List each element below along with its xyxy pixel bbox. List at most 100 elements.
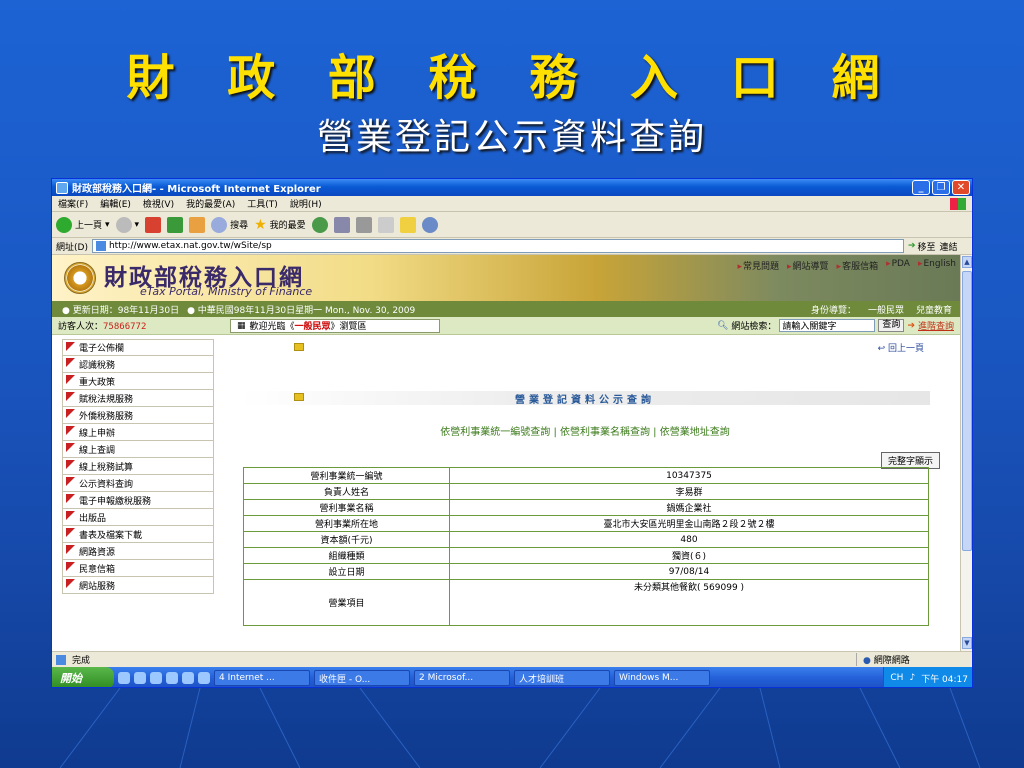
- section-marker-icon: [294, 343, 304, 351]
- nav-item[interactable]: 出版品: [62, 509, 214, 526]
- quick-launch-icon[interactable]: [118, 672, 130, 684]
- taskbar-item[interactable]: 人才培訓班: [514, 670, 610, 686]
- query-by-name-link[interactable]: 依營利事業名稱查詢: [560, 427, 650, 438]
- decorative-lines: [59, 688, 981, 768]
- title-bar[interactable]: 財政部稅務入口網- - Microsoft Internet Explorer …: [52, 179, 972, 196]
- menu-file[interactable]: 檔案(F): [58, 197, 88, 210]
- vertical-scrollbar[interactable]: ▲ ▼: [960, 255, 972, 651]
- table-row: 營業項目 未分類其他餐飲( 569099 ): [243, 579, 929, 626]
- media-icon[interactable]: [311, 216, 328, 233]
- nav-item[interactable]: 外僑稅務服務: [62, 407, 214, 424]
- menu-edit[interactable]: 編輯(E): [100, 197, 131, 210]
- address-bar: 網址(D) http://www.etax.nat.gov.tw/wSite/s…: [52, 238, 972, 255]
- advanced-search-link[interactable]: 進階查詢: [918, 319, 954, 332]
- row-label: 營利事業統一編號: [243, 467, 450, 484]
- taskbar-item[interactable]: 4 Internet ...: [214, 670, 310, 686]
- star-icon: ★: [254, 216, 267, 233]
- slide-subtitle: 營業登記公示資料查詢: [316, 117, 707, 158]
- scroll-down-icon[interactable]: ▼: [962, 637, 972, 649]
- links-label[interactable]: 連結: [940, 240, 958, 253]
- quick-launch-icon[interactable]: [182, 672, 194, 684]
- quick-launch-icon[interactable]: [166, 672, 178, 684]
- print-icon[interactable]: [355, 216, 372, 233]
- quick-launch-icon[interactable]: [150, 672, 162, 684]
- messenger-icon[interactable]: [421, 216, 438, 233]
- top-link-pda[interactable]: PDA: [886, 259, 910, 272]
- row-label: 營利事業所在地: [243, 515, 450, 532]
- row-value: 97/08/14: [449, 563, 929, 580]
- nav-item[interactable]: 電子申報繳稅服務: [62, 492, 214, 509]
- taskbar-item[interactable]: Windows M...: [614, 670, 710, 686]
- stop-icon[interactable]: [145, 216, 162, 233]
- back-link[interactable]: ↩ 回上一頁: [878, 341, 924, 354]
- scroll-thumb[interactable]: [962, 271, 972, 551]
- nav-item[interactable]: 認識稅務: [62, 356, 214, 373]
- top-link-mailbox[interactable]: 客服信箱: [837, 259, 878, 272]
- mail-icon[interactable]: [333, 216, 350, 233]
- identity-general[interactable]: 一般民眾: [868, 303, 904, 316]
- address-value: http://www.etax.nat.gov.tw/wSite/sp: [108, 241, 272, 251]
- go-button[interactable]: ➔ 移至: [908, 240, 936, 253]
- address-input[interactable]: http://www.etax.nat.gov.tw/wSite/sp: [91, 239, 904, 253]
- table-row: 設立日期 97/08/14: [243, 563, 929, 580]
- clock[interactable]: 下午 04:17: [921, 672, 968, 685]
- restore-button[interactable]: ❐: [932, 180, 950, 195]
- quick-launch: [118, 672, 210, 684]
- site-search-button[interactable]: 查詢: [878, 319, 905, 332]
- page-viewport: 財政部稅務入口網 eTax Portal, Ministry of Financ…: [52, 255, 960, 651]
- top-link-english[interactable]: English: [918, 259, 957, 272]
- nav-item[interactable]: 網站服務: [62, 577, 214, 594]
- nav-item[interactable]: 線上申辦: [62, 424, 214, 441]
- search-button[interactable]: 搜尋: [211, 216, 249, 233]
- taskbar-item[interactable]: 收件匣 - O...: [314, 670, 410, 686]
- table-row: 資本額(千元) 480: [243, 531, 929, 548]
- nav-item[interactable]: 民意信箱: [62, 560, 214, 577]
- query-by-address-link[interactable]: 依營業地址查詢: [660, 427, 730, 438]
- status-text: 完成: [72, 656, 91, 666]
- nav-item[interactable]: 電子公佈欄: [62, 339, 214, 356]
- scroll-up-icon[interactable]: ▲: [962, 256, 972, 268]
- menu-help[interactable]: 說明(H): [290, 197, 322, 210]
- close-button[interactable]: ✕: [952, 180, 970, 195]
- top-links: 常見問題 網站導覽 客服信箱 PDA English: [737, 259, 956, 272]
- forward-arrow-icon: [115, 216, 132, 233]
- identity-children[interactable]: 兒童教育: [916, 303, 952, 316]
- visitor-counter: 訪客人次：75866772: [58, 322, 147, 332]
- welcome-highlight: 一般民眾: [294, 322, 331, 332]
- forward-button[interactable]: ▾: [115, 216, 139, 233]
- search-label: 網站檢索：: [731, 322, 777, 332]
- start-button[interactable]: 開始: [52, 667, 114, 687]
- favorites-button[interactable]: ★ 我的最愛: [254, 217, 306, 233]
- internet-zone: ● 網際網路: [856, 653, 972, 666]
- site-search-input[interactable]: [779, 319, 876, 332]
- ime-indicator[interactable]: CH: [890, 673, 903, 683]
- volume-icon[interactable]: ♪: [909, 673, 915, 683]
- nav-item[interactable]: 線上稅務試算: [62, 458, 214, 475]
- quick-launch-icon[interactable]: [134, 672, 146, 684]
- nav-item[interactable]: 書表及檔案下載: [62, 526, 214, 543]
- menu-view[interactable]: 檢視(V): [143, 197, 174, 210]
- nav-item[interactable]: 重大政策: [62, 373, 214, 390]
- nav-item[interactable]: 網路資源: [62, 543, 214, 560]
- ministry-seal-logo: [64, 262, 96, 294]
- menu-favorites[interactable]: 我的最愛(A): [186, 197, 235, 210]
- taskbar-item[interactable]: 2 Microsof...: [414, 670, 510, 686]
- refresh-icon[interactable]: [167, 216, 184, 233]
- query-by-id-link[interactable]: 依營利事業統一編號查詢: [440, 427, 550, 438]
- globe-icon: ●: [863, 656, 871, 666]
- menu-tools[interactable]: 工具(T): [247, 197, 278, 210]
- browser-window: 財政部稅務入口網- - Microsoft Internet Explorer …: [51, 178, 973, 688]
- top-link-sitemap[interactable]: 網站導覽: [787, 259, 829, 272]
- nav-item[interactable]: 公示資料查詢: [62, 475, 214, 492]
- top-link-faq[interactable]: 常見問題: [737, 259, 779, 272]
- home-icon[interactable]: [189, 216, 206, 233]
- nav-item[interactable]: 線上查調: [62, 441, 214, 458]
- minimize-button[interactable]: _: [912, 180, 930, 195]
- search-label: 搜尋: [230, 221, 249, 231]
- quick-launch-icon[interactable]: [198, 672, 210, 684]
- section-heading: 營業登記資料公示查詢: [515, 395, 655, 406]
- nav-item[interactable]: 賦稅法規服務: [62, 390, 214, 407]
- edit-icon[interactable]: [377, 216, 394, 233]
- folder-icon[interactable]: [399, 216, 416, 233]
- back-button[interactable]: 上一頁 ▾: [56, 216, 110, 233]
